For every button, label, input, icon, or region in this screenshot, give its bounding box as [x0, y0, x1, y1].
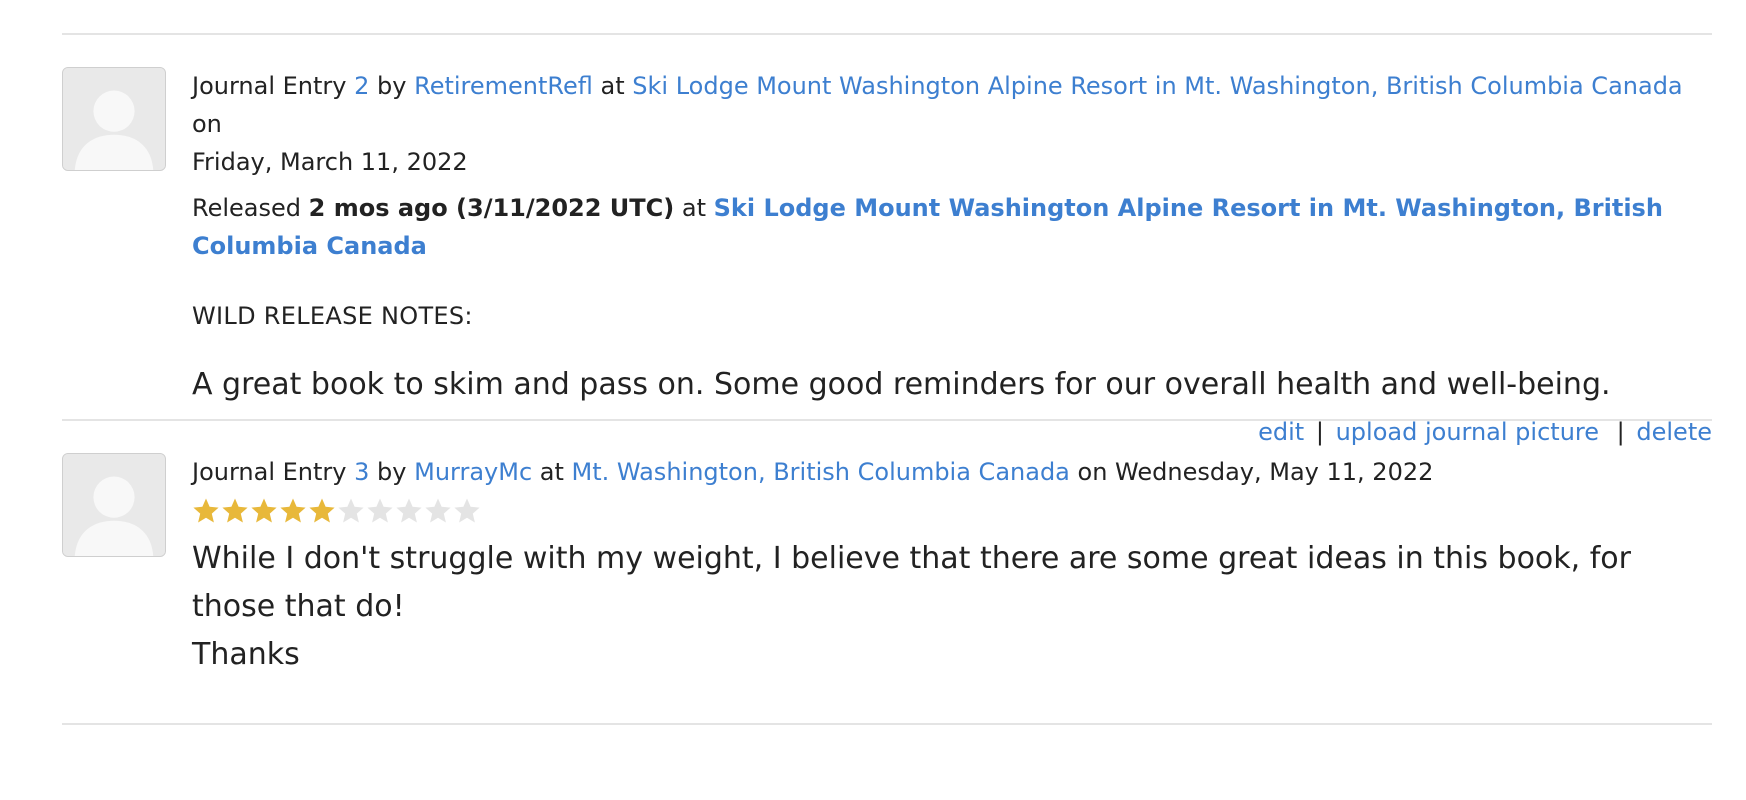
star-filled-icon — [251, 498, 277, 523]
journal-text: While I don't struggle with my weight, I… — [192, 535, 1712, 679]
entry-header: Journal Entry 2 by RetirementRefl at Ski… — [192, 67, 1712, 181]
star-filled-icon — [222, 498, 248, 523]
star-filled-icon — [280, 498, 306, 523]
entry-label: Journal Entry — [192, 458, 355, 486]
at-text: at — [592, 72, 633, 100]
delete-link[interactable]: delete — [1636, 418, 1712, 446]
star-empty-icon — [396, 498, 422, 523]
released-at-text: at — [674, 194, 714, 222]
separator: | — [1616, 418, 1625, 446]
divider — [62, 33, 1712, 35]
entry-number-link[interactable]: 3 — [354, 458, 369, 486]
release-info: Released 2 mos ago (3/11/2022 UTC) at Sk… — [192, 189, 1712, 265]
entry-number-link[interactable]: 2 — [354, 72, 369, 100]
released-label: Released — [192, 194, 309, 222]
star-empty-icon — [367, 498, 393, 523]
journal-page: Journal Entry 2 by RetirementRefl at Ski… — [0, 0, 1746, 800]
separator: | — [1315, 418, 1324, 446]
user-link[interactable]: RetirementRefl — [414, 72, 593, 100]
upload-journal-picture-link[interactable]: upload journal picture — [1336, 418, 1599, 446]
entry-date: Friday, March 11, 2022 — [192, 148, 468, 176]
entry-date: on Wednesday, May 11, 2022 — [1069, 458, 1434, 486]
journal-text: A great book to skim and pass on. Some g… — [192, 367, 1611, 402]
star-empty-icon — [454, 498, 480, 523]
journal-text-line: Thanks — [192, 637, 300, 672]
star-rating — [192, 495, 1712, 527]
entry-header: Journal Entry 3 by MurrayMc at Mt. Washi… — [192, 453, 1712, 491]
journal-text-line: While I don't struggle with my weight, I… — [192, 541, 1631, 624]
star-filled-icon — [193, 498, 219, 523]
edit-link[interactable]: edit — [1258, 418, 1304, 446]
released-when: 2 mos ago (3/11/2022 UTC) — [308, 194, 675, 222]
at-text: at — [532, 458, 572, 486]
star-empty-icon — [425, 498, 451, 523]
by-text: by — [369, 458, 415, 486]
by-text: by — [369, 72, 415, 100]
user-link[interactable]: MurrayMc — [414, 458, 532, 486]
star-filled-icon — [309, 498, 335, 523]
entry-label: Journal Entry — [192, 72, 355, 100]
location-link[interactable]: Ski Lodge Mount Washington Alpine Resort… — [632, 72, 1682, 100]
release-notes-label: WILD RELEASE NOTES: — [192, 302, 473, 330]
user-avatar-icon[interactable] — [62, 453, 166, 557]
divider — [62, 723, 1712, 725]
user-avatar-icon[interactable] — [62, 67, 166, 171]
on-text: on — [192, 110, 222, 138]
divider — [62, 419, 1712, 421]
star-empty-icon — [338, 498, 364, 523]
location-link[interactable]: Mt. Washington, British Columbia Canada — [572, 458, 1070, 486]
